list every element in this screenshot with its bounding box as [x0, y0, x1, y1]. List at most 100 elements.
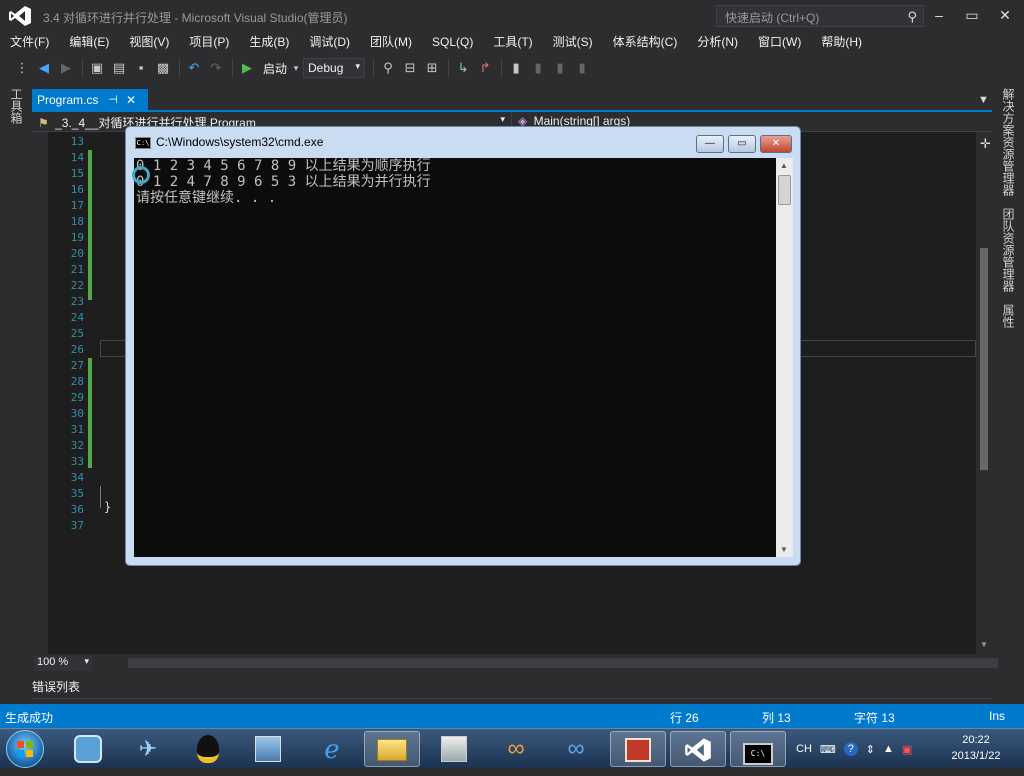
previous-bookmark-icon[interactable]: ▮: [528, 58, 548, 78]
cmd-title-bar[interactable]: C:\ C:\Windows\system32\cmd.exe — ▭ ✕: [126, 127, 800, 157]
chevron-down-icon[interactable]: ▼: [978, 94, 989, 106]
editor-zoom-bar: 100 % ▾: [32, 654, 998, 672]
taskbar-qq-icon[interactable]: [180, 731, 236, 767]
console-line: 0 1 2 3 4 5 6 7 8 9 以上结果为顺序执行: [136, 158, 431, 174]
help-icon[interactable]: ?: [843, 742, 858, 756]
menu-sql[interactable]: SQL(Q): [422, 32, 483, 52]
step-into-icon[interactable]: ↳: [453, 58, 473, 78]
taskbar-media-player-icon[interactable]: [60, 731, 116, 767]
taskbar-visual-studio-icon[interactable]: [670, 731, 726, 767]
taskbar-computer-icon[interactable]: [240, 731, 296, 767]
pin-icon[interactable]: ⊣: [108, 93, 118, 106]
menu-window[interactable]: 窗口(W): [748, 32, 811, 52]
navigate-back-icon[interactable]: ◀: [34, 58, 54, 78]
scroll-down-arrow-icon[interactable]: ▼: [780, 545, 788, 554]
editor-scroll-thumb[interactable]: [980, 248, 988, 470]
next-bookmark-icon[interactable]: ▮: [550, 58, 570, 78]
line-number: 23: [70, 295, 84, 308]
menu-view[interactable]: 视图(V): [119, 32, 179, 52]
navigate-forward-icon[interactable]: ▶: [56, 58, 76, 78]
menu-debug[interactable]: 调试(D): [299, 32, 360, 52]
taskbar-internet-explorer-icon[interactable]: ℯ: [304, 731, 360, 767]
start-menu-button[interactable]: [6, 730, 44, 768]
taskbar-cmd-icon[interactable]: C:\: [730, 731, 786, 767]
options-icon[interactable]: ⇕: [866, 743, 875, 756]
quick-launch-input[interactable]: 快速启动 (Ctrl+Q) ⚲: [716, 5, 924, 27]
line-number: 14: [70, 151, 84, 164]
minimize-button[interactable]: –: [928, 6, 950, 24]
search-icon[interactable]: ⚲: [907, 9, 917, 25]
step-over-icon[interactable]: ↱: [475, 58, 495, 78]
taskbar-visual-studio-infinity-icon[interactable]: ∞: [548, 731, 604, 767]
start-debugging-icon[interactable]: ▶: [237, 58, 257, 78]
input-language[interactable]: CH: [796, 743, 812, 755]
menu-build[interactable]: 生成(B): [239, 32, 299, 52]
status-message: 生成成功: [5, 711, 54, 725]
menu-help[interactable]: 帮助(H): [811, 32, 872, 52]
uncomment-icon[interactable]: ⊞: [422, 58, 442, 78]
status-bar: 生成成功 行 26 列 13 字符 13 Ins: [0, 704, 1024, 728]
menu-architecture[interactable]: 体系结构(C): [603, 32, 688, 52]
split-window-icon[interactable]: ✛: [980, 136, 991, 152]
line-number: 33: [70, 455, 84, 468]
menu-file[interactable]: 文件(F): [0, 32, 59, 52]
cmd-vertical-scrollbar[interactable]: [776, 158, 793, 557]
chevron-down-icon[interactable]: ▾: [291, 58, 301, 78]
line-number: 30: [70, 407, 84, 420]
taskbar-loop-app-icon[interactable]: ∞: [488, 731, 544, 767]
keyboard-icon[interactable]: ⌨: [820, 743, 836, 756]
new-project-icon[interactable]: ▣: [87, 58, 107, 78]
find-in-files-icon[interactable]: ⚲: [378, 58, 398, 78]
line-number: 26: [70, 343, 84, 356]
taskbar-tools-icon[interactable]: [426, 731, 482, 767]
solution-configuration-select[interactable]: Debug ▾: [303, 58, 366, 78]
menu-team[interactable]: 团队(M): [360, 32, 422, 52]
line-number: 17: [70, 199, 84, 212]
menu-tools[interactable]: 工具(T): [483, 32, 542, 52]
scroll-down-arrow-icon[interactable]: ▼: [980, 640, 988, 649]
menu-project[interactable]: 项目(P): [179, 32, 239, 52]
line-number-gutter: 13 14 15 16 17 18 19 20 21 22 23 24 25 26 27 28 29 30 31 32…: [48, 134, 86, 534]
bookmark-icon[interactable]: ▮: [506, 58, 526, 78]
error-list-tab[interactable]: 错误列表: [32, 678, 80, 695]
open-file-icon[interactable]: ▤: [109, 58, 129, 78]
clear-bookmarks-icon[interactable]: ▮: [572, 58, 592, 78]
menu-edit[interactable]: 编辑(E): [59, 32, 119, 52]
cmd-window[interactable]: C:\ C:\Windows\system32\cmd.exe — ▭ ✕ 0 …: [125, 126, 801, 566]
document-tab-program[interactable]: Program.cs ⊣ ✕: [32, 89, 148, 110]
cmd-scroll-thumb[interactable]: [778, 175, 791, 205]
toolbox-tab[interactable]: 工具箱: [8, 88, 25, 124]
solution-explorer-tab[interactable]: 解决方案资源管理器: [1000, 88, 1017, 196]
redo-icon[interactable]: ↷: [206, 58, 226, 78]
system-clock[interactable]: 20:22 2013/1/22: [934, 732, 1018, 764]
start-button[interactable]: 启动: [259, 60, 291, 77]
save-icon[interactable]: ▪: [131, 58, 151, 78]
taskbar-powerpoint-icon[interactable]: [610, 731, 666, 767]
cmd-minimize-button[interactable]: —: [696, 135, 724, 153]
cmd-close-button[interactable]: ✕: [760, 135, 792, 153]
team-explorer-tab[interactable]: 团队资源管理器: [1000, 208, 1017, 292]
panel-divider: [32, 698, 992, 699]
properties-tab[interactable]: 属性: [1000, 304, 1017, 328]
show-hidden-icons-icon[interactable]: ▲: [883, 743, 894, 755]
taskbar-file-explorer-icon[interactable]: [364, 731, 420, 767]
toolbar-separator: [501, 59, 503, 77]
cmd-maximize-button[interactable]: ▭: [728, 135, 756, 153]
save-all-icon[interactable]: ▩: [153, 58, 173, 78]
close-tab-icon[interactable]: ✕: [126, 93, 136, 107]
scroll-up-arrow-icon[interactable]: ▲: [780, 161, 788, 170]
network-icon[interactable]: ▣: [902, 743, 912, 756]
toolbar-grip-icon[interactable]: ⋮: [12, 58, 32, 78]
zoom-select[interactable]: 100 % ▾: [34, 656, 92, 671]
windows-taskbar: ✈ ℯ ∞ ∞ C:\ CH ⌨ ? ⇕ ▲ ▣ 20:22 2013/1/22: [0, 728, 1024, 768]
close-button[interactable]: ✕: [994, 6, 1016, 24]
cmd-console-output[interactable]: 0 1 2 3 4 5 6 7 8 9 以上结果为顺序执行 0 1 2 4 7 …: [134, 158, 776, 557]
editor-horizontal-scrollbar[interactable]: [128, 658, 998, 668]
menu-analyze[interactable]: 分析(N): [687, 32, 748, 52]
restore-button[interactable]: ▭: [961, 6, 983, 24]
line-number: 13: [70, 135, 84, 148]
comment-icon[interactable]: ⊟: [400, 58, 420, 78]
taskbar-bird-app-icon[interactable]: ✈: [120, 731, 176, 767]
undo-icon[interactable]: ↶: [184, 58, 204, 78]
menu-test[interactable]: 测试(S): [543, 32, 603, 52]
